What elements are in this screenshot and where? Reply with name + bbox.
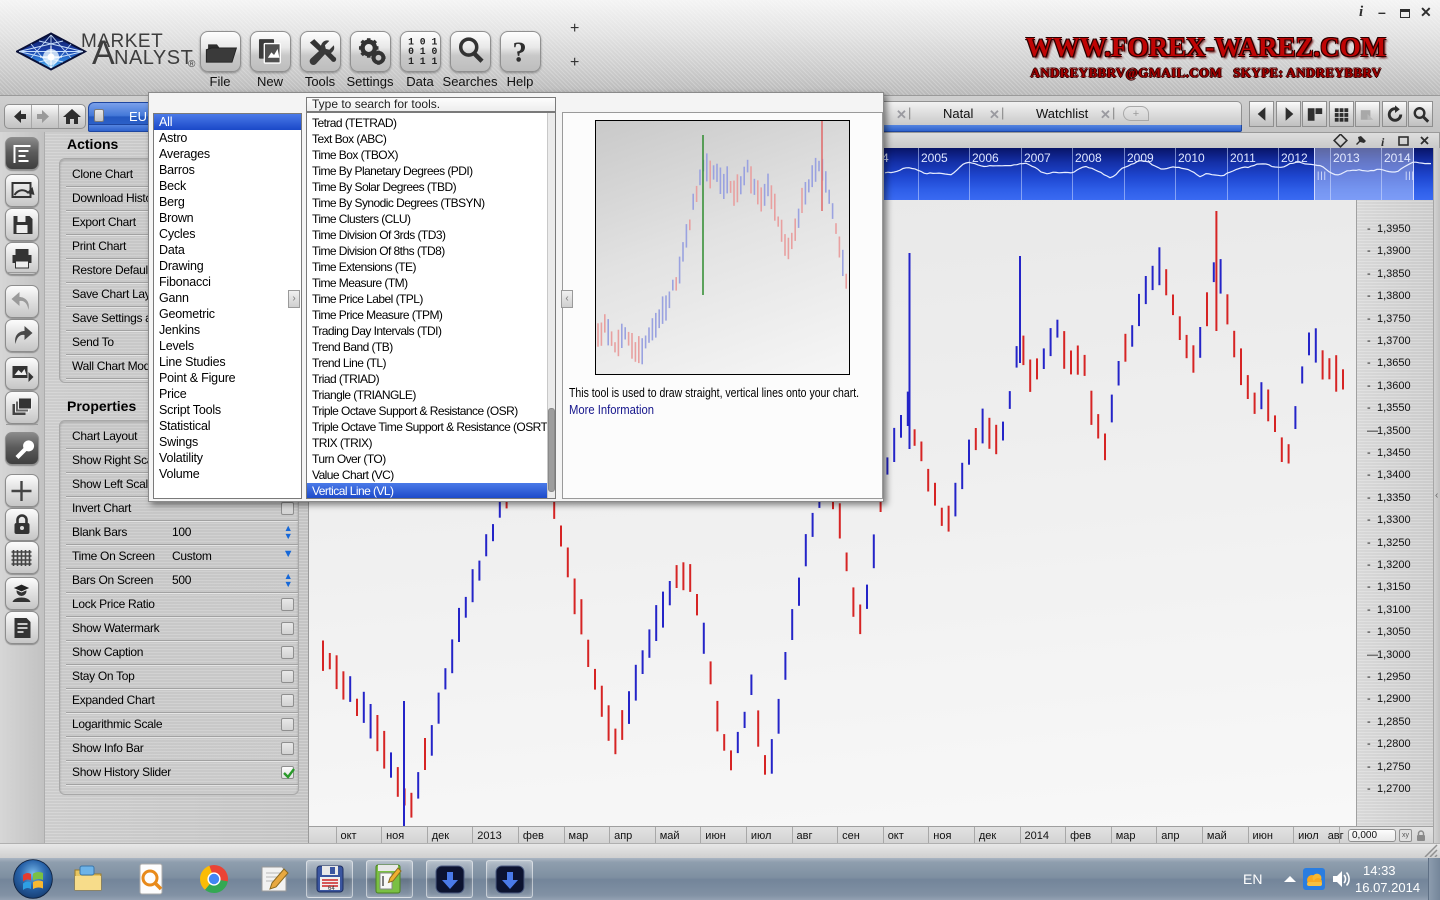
svg-text:?: ?: [513, 37, 527, 68]
svg-text:64: 64: [328, 886, 335, 892]
svg-text:®: ®: [188, 59, 196, 70]
svg-text:NALYST: NALYST: [114, 47, 193, 69]
svg-text:i: i: [1381, 135, 1385, 148]
svg-text:A: A: [92, 34, 115, 72]
svg-text:1 1 1: 1 1 1: [408, 56, 437, 67]
